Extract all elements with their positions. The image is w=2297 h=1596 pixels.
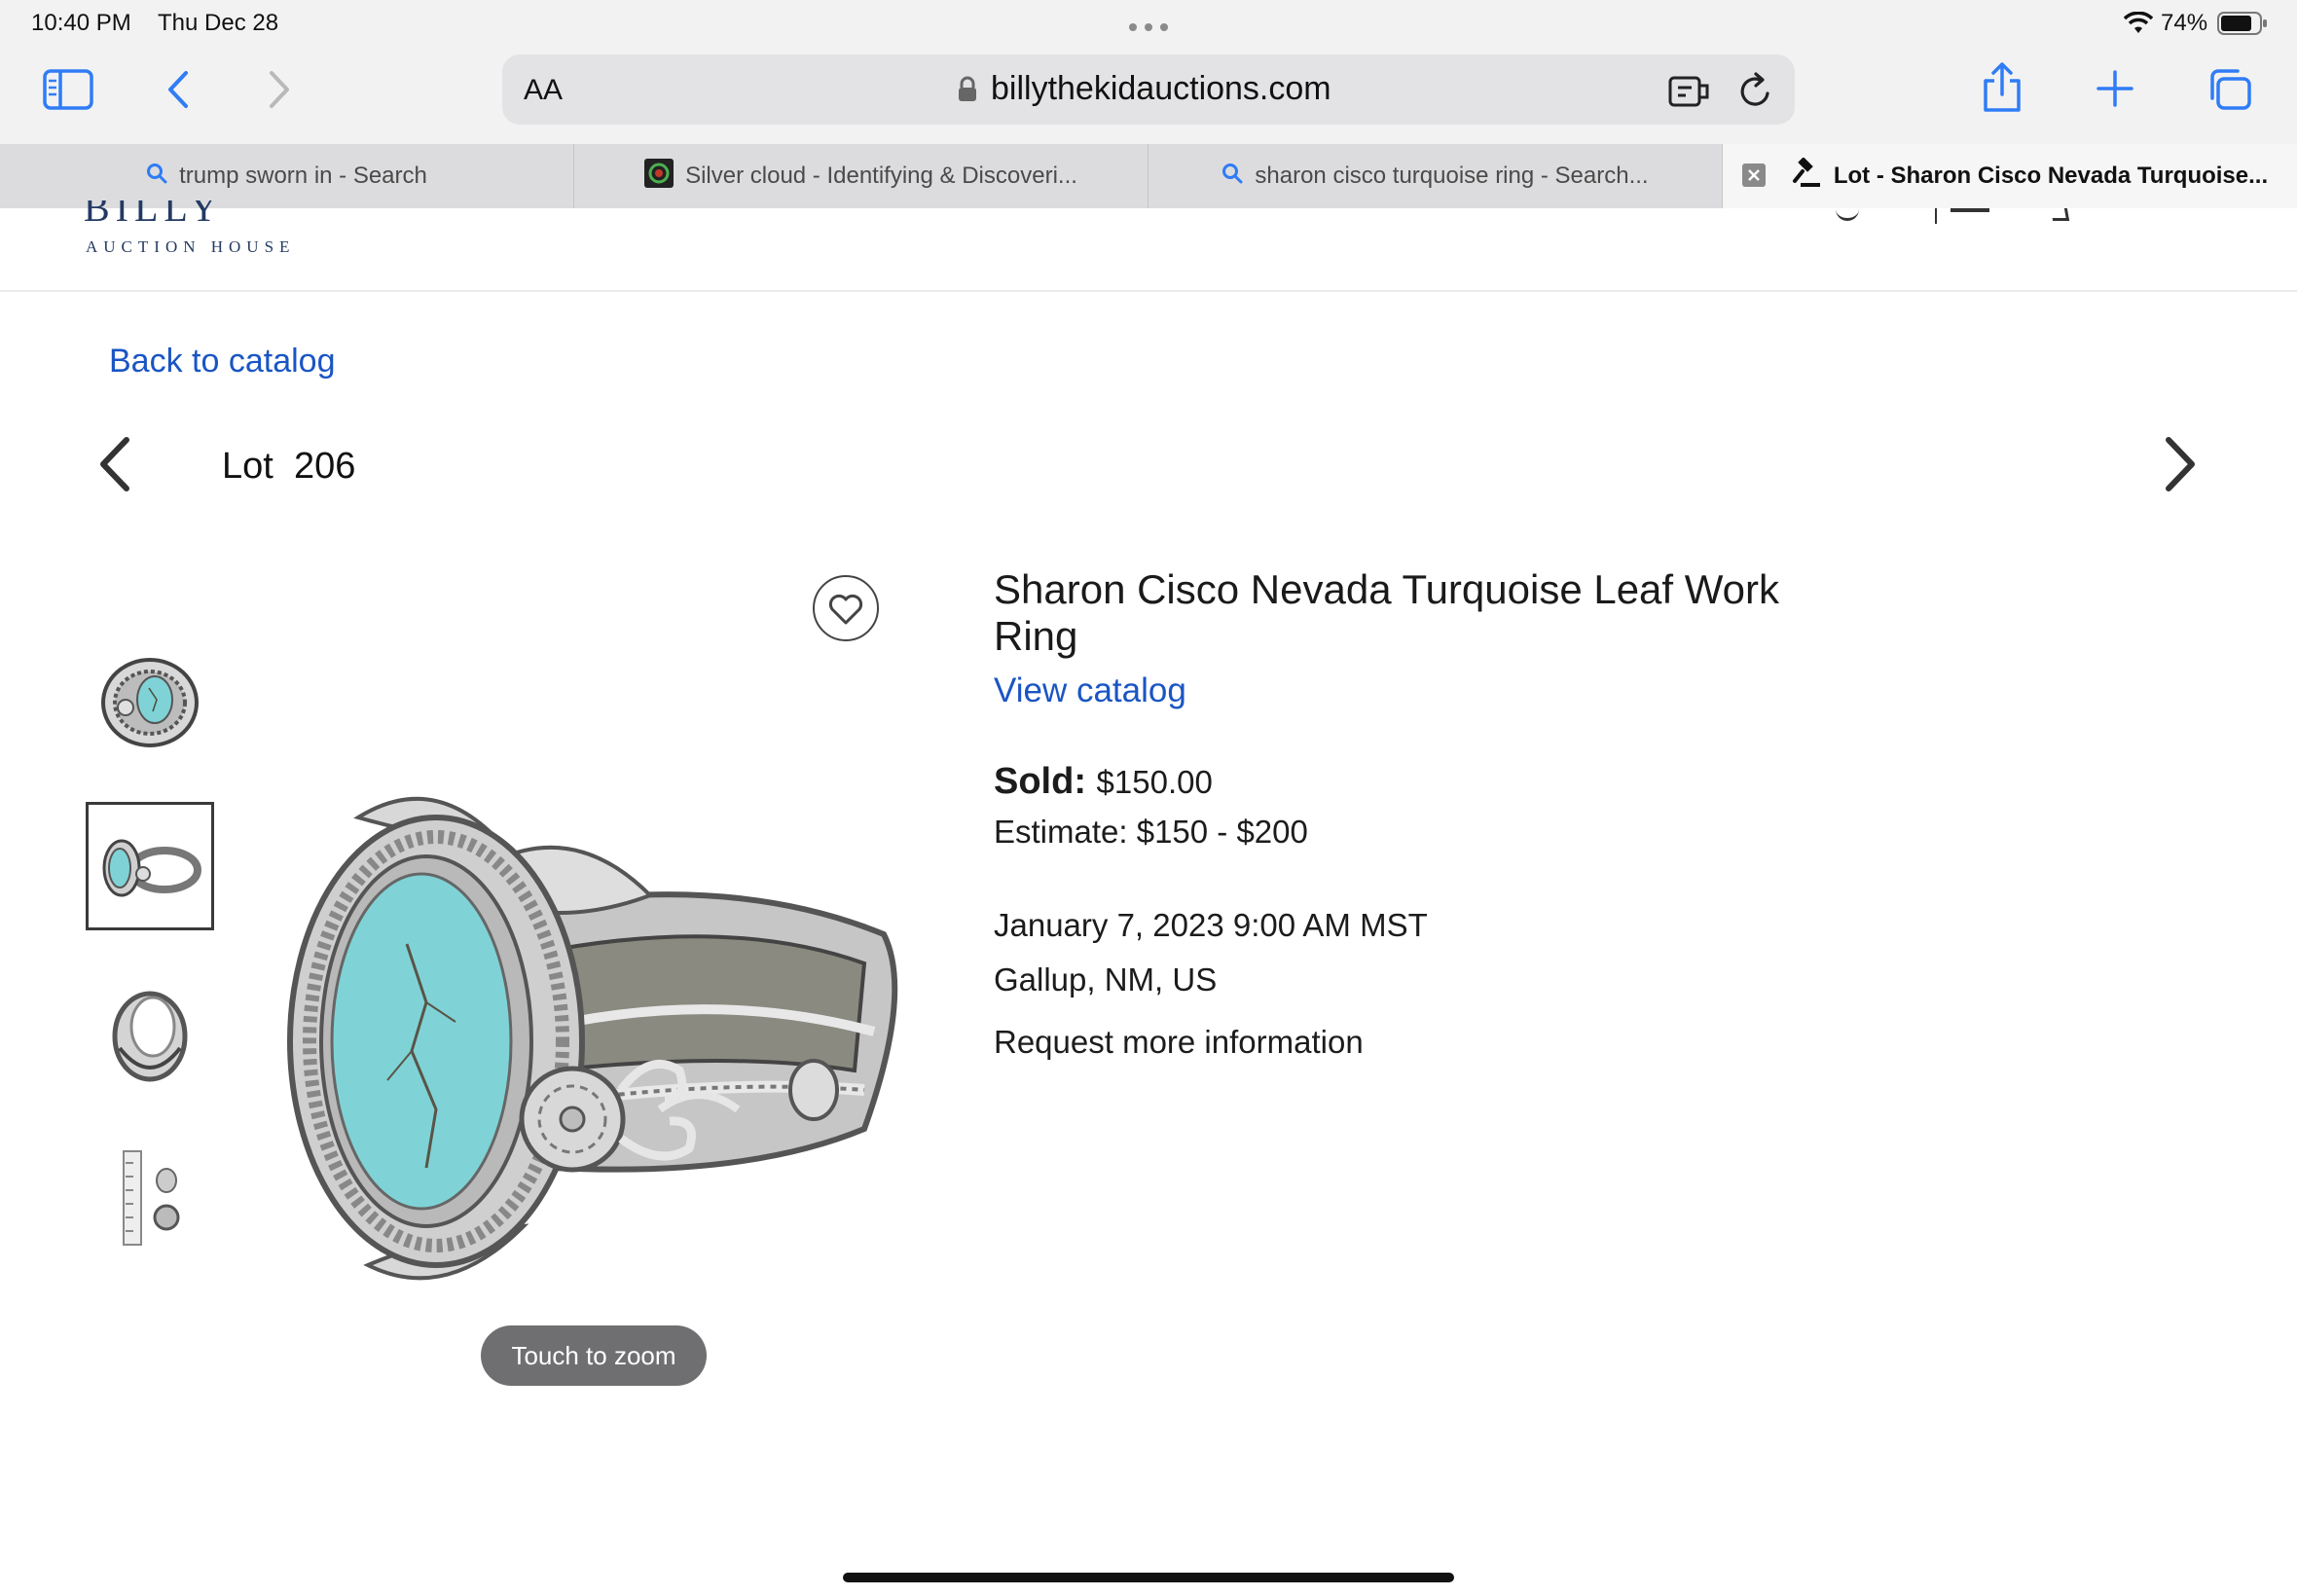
estimate: Estimate: $150 - $200 — [994, 814, 1308, 850]
home-indicator — [843, 1573, 1454, 1582]
search-icon — [146, 163, 167, 191]
url-text[interactable]: billythekidauctions.com — [991, 70, 1331, 108]
lot-title: Sharon Cisco Nevada Turquoise Leaf Work … — [994, 566, 1779, 659]
logo-subtitle: AUCTION HOUSE — [86, 237, 296, 256]
lot-prefix: Lot — [222, 446, 273, 487]
new-tab-icon[interactable] — [2095, 68, 2135, 109]
share-icon[interactable] — [1980, 60, 2024, 115]
tab-bar: trump sworn in - Search Silver cloud - I… — [0, 144, 2297, 209]
view-catalog-link[interactable]: View catalog — [994, 671, 1186, 710]
thumbnail-2-selected[interactable] — [86, 802, 214, 930]
sold-value: $150.00 — [1096, 764, 1213, 800]
thumbnail-3[interactable] — [86, 969, 214, 1098]
address-bar[interactable]: AA billythekidauctions.com — [502, 54, 1795, 125]
zoom-hint-pill: Touch to zoom — [481, 1325, 707, 1386]
lot-number: Lot 206 — [222, 446, 355, 488]
status-bar: 10:40 PM Thu Dec 28 74% — [0, 0, 2297, 47]
battery-percent: 74% — [2161, 10, 2208, 36]
main-product-image[interactable] — [280, 759, 923, 1324]
close-tab-icon[interactable] — [1742, 163, 1766, 194]
auction-location: Gallup, NM, US — [994, 961, 1218, 998]
reload-icon[interactable] — [1738, 72, 1773, 114]
favicon-icon — [644, 158, 675, 195]
back-to-catalog-link[interactable]: Back to catalog — [109, 343, 335, 381]
wifi-icon — [2123, 11, 2154, 40]
next-lot-icon[interactable] — [2161, 436, 2200, 497]
sidebar-toggle-icon[interactable] — [43, 68, 93, 111]
tab-lot-active[interactable]: Lot - Sharon Cisco Nevada Turquoise... — [1723, 144, 2297, 208]
sold-label: Sold: — [994, 761, 1086, 802]
search-header-icon[interactable] — [2050, 208, 2070, 221]
tab-silver-cloud[interactable]: Silver cloud - Identifying & Discoveri..… — [574, 144, 1148, 208]
back-icon[interactable] — [162, 68, 195, 111]
menu-icon[interactable] — [1951, 208, 1989, 212]
tab-label: trump sworn in - Search — [179, 163, 427, 189]
site-header: BILLY KID AUCTION HOUSE — [0, 200, 2297, 292]
tab-label: Lot - Sharon Cisco Nevada Turquoise... — [1833, 163, 2269, 189]
tab-sharon-cisco-search[interactable]: sharon cisco turquoise ring - Search... — [1148, 144, 1723, 208]
favorite-heart-icon[interactable] — [812, 574, 880, 647]
request-info-link[interactable]: Request more information — [994, 1024, 1364, 1061]
lot-number-value: 206 — [293, 446, 356, 487]
multitask-dots[interactable] — [1127, 19, 1170, 31]
extension-icon[interactable] — [1668, 72, 1711, 114]
account-icon[interactable] — [1836, 208, 1859, 221]
text-size-button[interactable]: AA — [524, 74, 563, 107]
forward-icon[interactable] — [263, 68, 296, 111]
header-divider — [1935, 208, 1937, 224]
tab-label: sharon cisco turquoise ring - Search... — [1255, 163, 1649, 189]
zoom-hint-text: Touch to zoom — [511, 1340, 676, 1370]
sold-price: Sold: $150.00 — [994, 761, 1213, 803]
logo-wordmark[interactable]: BILLY KID — [84, 200, 317, 228]
lock-icon — [958, 76, 977, 108]
tab-label: Silver cloud - Identifying & Discoveri..… — [685, 163, 1077, 189]
tab-trump-sworn-in[interactable]: trump sworn in - Search — [0, 144, 574, 208]
thumbnail-4[interactable] — [86, 1133, 214, 1261]
auction-date: January 7, 2023 9:00 AM MST — [994, 907, 1428, 943]
status-time: 10:40 PM — [31, 10, 131, 36]
search-icon — [1221, 163, 1243, 191]
prev-lot-icon[interactable] — [95, 436, 134, 497]
thumbnail-1[interactable] — [86, 638, 214, 767]
battery-icon — [2217, 12, 2268, 40]
gavel-icon — [1791, 156, 1822, 196]
tabs-overview-icon[interactable] — [2206, 66, 2254, 113]
status-date: Thu Dec 28 — [158, 10, 279, 36]
